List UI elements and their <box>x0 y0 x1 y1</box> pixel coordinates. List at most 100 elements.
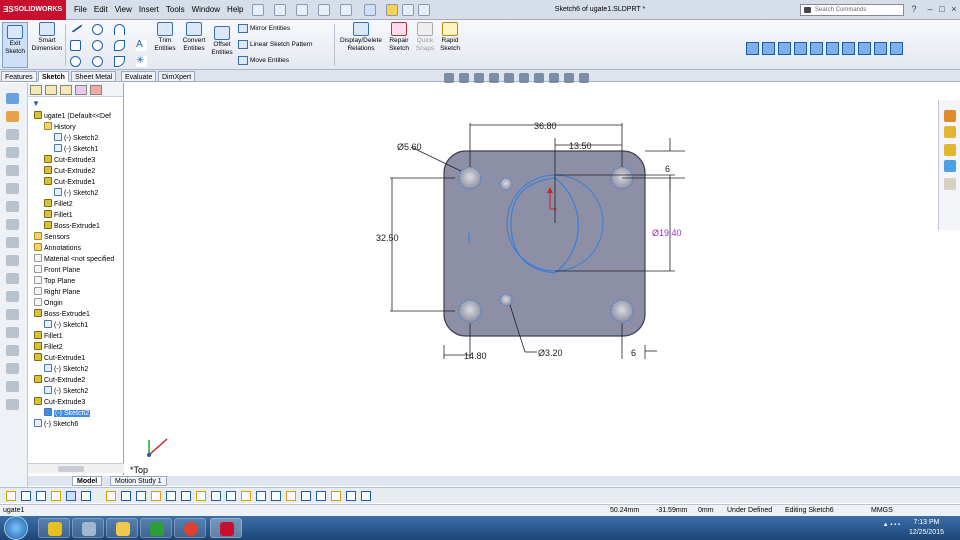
right-view-icon[interactable] <box>810 42 823 55</box>
dim-left-offset[interactable]: 14.80 <box>464 351 487 361</box>
print-icon[interactable] <box>318 4 330 16</box>
taskbar-app[interactable] <box>106 518 138 538</box>
tree-node[interactable]: Boss-Extrude1 <box>34 309 90 320</box>
hole-large[interactable] <box>458 299 482 323</box>
dimetric-view-icon[interactable] <box>890 42 903 55</box>
dimxpert-tab-icon[interactable] <box>75 85 87 95</box>
new-document-icon[interactable] <box>252 4 264 16</box>
quick-snaps-button[interactable]: Quick Snaps <box>414 22 436 53</box>
sketch-canvas[interactable]: 36.80 13.50 6 Ø5.60 32.50 Ø19.40 Ø3.20 1… <box>125 83 938 475</box>
convert-entities-button[interactable]: Convert Entities <box>180 22 208 53</box>
top-view-icon[interactable] <box>826 42 839 55</box>
hide-show-items-icon[interactable] <box>534 73 544 83</box>
view-orientation-icon[interactable] <box>504 73 514 83</box>
sketch-relation-icon[interactable] <box>136 491 146 501</box>
tree-node[interactable]: Cut-Extrude1 <box>44 177 95 188</box>
apply-scene-icon[interactable] <box>564 73 574 83</box>
hole-small[interactable] <box>499 177 513 191</box>
clock[interactable]: 7:13 PM 12/25/2015 <box>909 518 944 538</box>
edit-appearance-icon[interactable] <box>549 73 559 83</box>
taskbar-app[interactable] <box>72 518 104 538</box>
fillet-icon[interactable] <box>114 56 125 67</box>
sketch-relation-icon[interactable] <box>36 491 46 501</box>
dim-small-hole[interactable]: Ø3.20 <box>538 348 563 358</box>
tree-node[interactable]: Top Plane <box>34 276 75 287</box>
custom-properties-icon[interactable] <box>944 178 956 190</box>
tool-icon[interactable] <box>6 255 19 266</box>
open-icon[interactable] <box>274 4 286 16</box>
trimetric-view-icon[interactable] <box>874 42 887 55</box>
sketch-relation-icon[interactable] <box>196 491 206 501</box>
close-button[interactable]: × <box>948 3 960 15</box>
tree-node[interactable]: Sensors <box>34 232 70 243</box>
normal-to-icon[interactable] <box>746 42 759 55</box>
tool-icon[interactable] <box>6 201 19 212</box>
tree-node[interactable]: Fillet2 <box>44 199 73 210</box>
rectangle-icon[interactable] <box>70 40 81 51</box>
tool-icon[interactable] <box>6 399 19 410</box>
menu-file[interactable]: File <box>74 0 87 20</box>
system-tray[interactable]: ▲ ▪ ▪ ▪ <box>883 522 900 528</box>
sketch-relation-icon[interactable] <box>241 491 251 501</box>
menu-tools[interactable]: Tools <box>166 0 185 20</box>
sketch-relation-icon[interactable] <box>211 491 221 501</box>
tree-node[interactable]: Origin <box>34 298 63 309</box>
tree-node[interactable]: Annotations <box>34 243 81 254</box>
sketch-relation-icon[interactable] <box>256 491 266 501</box>
tool-icon[interactable] <box>6 183 19 194</box>
menu-edit[interactable]: Edit <box>94 0 108 20</box>
tree-node[interactable]: ugate1 (Default<<Def <box>34 111 111 122</box>
tool-icon[interactable] <box>6 273 19 284</box>
rapid-sketch-button[interactable]: Rapid Sketch <box>438 22 462 53</box>
tool-icon[interactable] <box>6 327 19 338</box>
sketch-relation-icon[interactable] <box>316 491 326 501</box>
appearances-icon[interactable] <box>944 160 956 172</box>
display-delete-relations-button[interactable]: Display/Delete Relations <box>338 22 384 53</box>
restore-button[interactable]: □ <box>936 3 948 15</box>
tree-node[interactable]: (-) Sketch2 <box>54 188 98 199</box>
sketch-relation-icon[interactable] <box>6 491 16 501</box>
tree-node[interactable]: Fillet1 <box>44 210 73 221</box>
undo-icon[interactable] <box>340 4 352 16</box>
rebuild-icon[interactable] <box>386 4 398 16</box>
ellipse-icon[interactable] <box>92 56 103 67</box>
tree-node[interactable]: (-) Sketch1 <box>54 144 98 155</box>
config-manager-icon[interactable] <box>6 129 19 140</box>
sketch-relation-icon[interactable] <box>226 491 236 501</box>
tree-node[interactable]: Fillet2 <box>34 342 63 353</box>
resources-icon[interactable] <box>944 110 956 122</box>
sketch-relation-icon[interactable] <box>51 491 61 501</box>
slot-icon[interactable] <box>70 56 81 67</box>
menu-window[interactable]: Window <box>192 0 220 20</box>
taskbar-app[interactable] <box>174 518 206 538</box>
line-icon[interactable] <box>69 21 83 33</box>
move-entities-button[interactable]: Move Entities <box>238 56 289 65</box>
zoom-to-fit-icon[interactable] <box>444 73 454 83</box>
menu-view[interactable]: View <box>115 0 132 20</box>
tree-node[interactable]: Cut-Extrude3 <box>34 397 85 408</box>
taskbar-app[interactable] <box>140 518 172 538</box>
dim-right-offset[interactable]: 6 <box>631 348 636 358</box>
tree-node[interactable]: (-) Sketch2 <box>44 386 88 397</box>
file-explorer-icon[interactable] <box>944 144 956 156</box>
sketch-relation-icon[interactable] <box>166 491 176 501</box>
zoom-area-icon[interactable] <box>459 73 469 83</box>
feature-tab-icon[interactable] <box>30 85 42 95</box>
dim-large-hole[interactable]: Ø5.60 <box>397 142 422 152</box>
tool-icon[interactable] <box>6 219 19 230</box>
polygon-icon[interactable] <box>92 40 103 51</box>
tool-icon[interactable] <box>6 345 19 356</box>
linear-pattern-button[interactable]: Linear Sketch Pattern <box>238 40 313 49</box>
tree-node[interactable]: (-) Sketch2 <box>44 364 88 375</box>
filter-icon[interactable]: ▼ <box>32 99 40 108</box>
scrollbar-thumb[interactable] <box>58 466 84 472</box>
sketch-relation-icon[interactable] <box>361 491 371 501</box>
taskbar-app-solidworks[interactable] <box>210 518 242 538</box>
circle-icon[interactable] <box>92 24 103 35</box>
menu-help[interactable]: Help <box>227 0 243 20</box>
point-icon[interactable]: ✳ <box>136 56 147 67</box>
tree-node[interactable]: Fillet1 <box>34 331 63 342</box>
tree-node[interactable]: Cut-Extrude3 <box>44 155 95 166</box>
feature-manager-icon[interactable] <box>6 93 19 104</box>
previous-view-icon[interactable] <box>474 73 484 83</box>
